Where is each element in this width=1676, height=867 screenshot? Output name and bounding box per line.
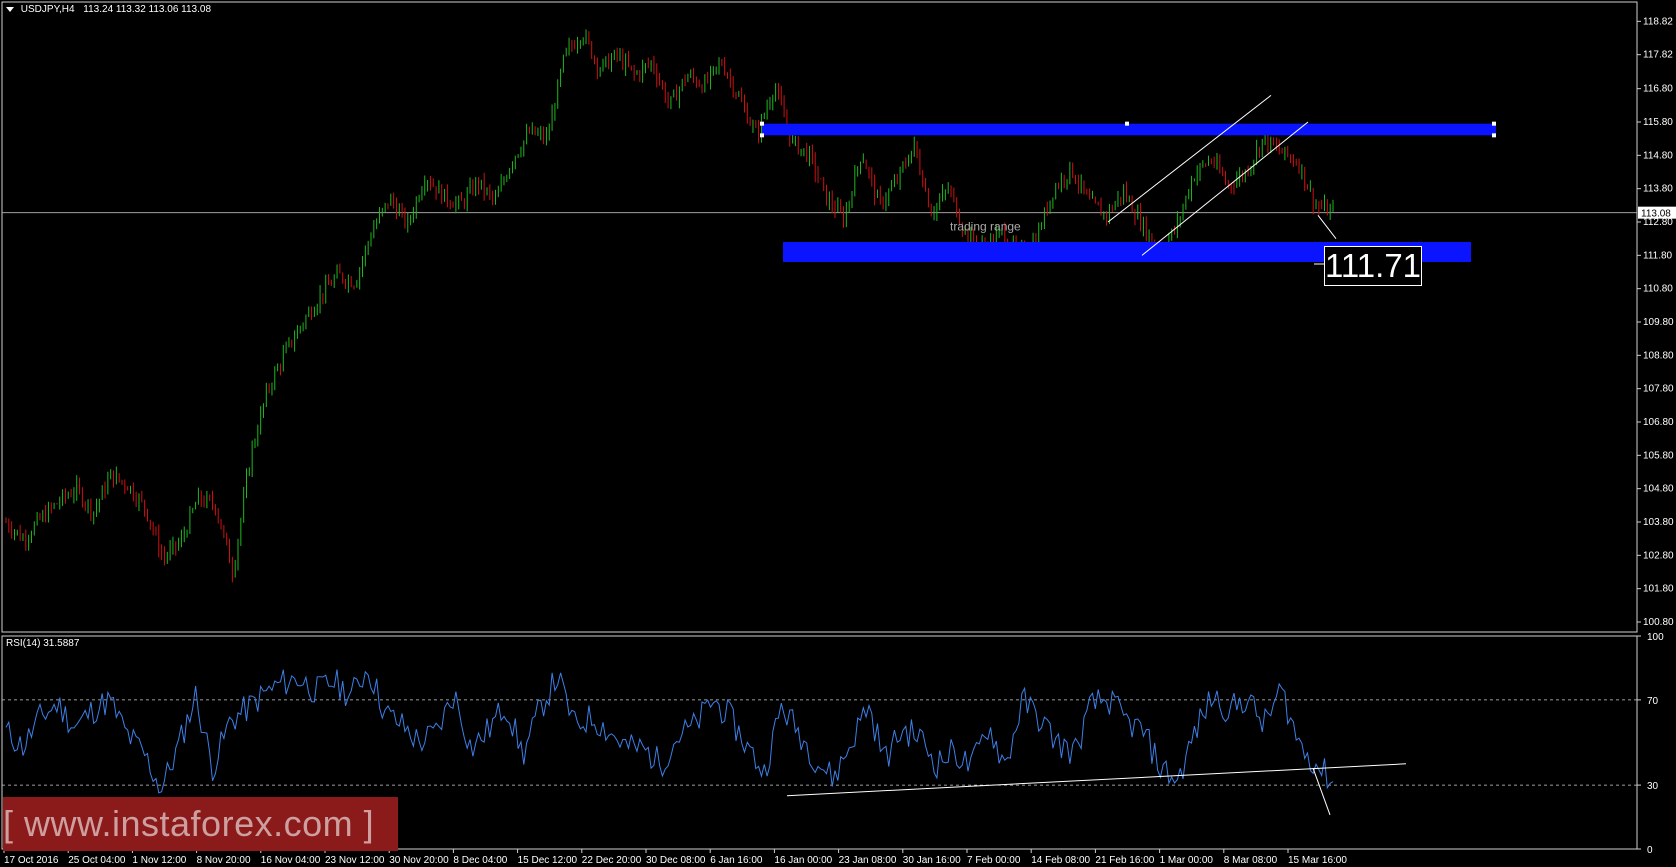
rsi-tick-label: 100 <box>1647 632 1664 643</box>
price-tick-label: 114.80 <box>1643 150 1673 161</box>
projection-arrow <box>1317 215 1337 239</box>
chart-overlays: trading range <box>760 94 1496 265</box>
price-tick-label: 106.80 <box>1643 417 1674 428</box>
zone-handle <box>1492 133 1496 138</box>
time-tick-label: 15 Mar 16:00 <box>1288 855 1347 866</box>
time-tick-label: 23 Nov 12:00 <box>325 855 385 866</box>
price-tick-label: 100.80 <box>1643 617 1674 628</box>
target-price-label: 111.71 <box>1324 246 1422 286</box>
price-tick-label: 117.82 <box>1643 50 1673 61</box>
zone-handle <box>1125 121 1129 126</box>
time-tick-label: 15 Dec 12:00 <box>518 855 578 866</box>
price-tick-label: 116.80 <box>1643 84 1673 95</box>
time-tick-label: 22 Dec 20:00 <box>582 855 642 866</box>
price-axis: 118.82117.82116.80115.80114.80113.80112.… <box>2 16 1676 628</box>
chart-canvas: 118.82117.82116.80115.80114.80113.80112.… <box>1 1 1676 866</box>
rsi-tick-label: 70 <box>1647 696 1659 707</box>
dropdown-icon[interactable] <box>6 6 14 12</box>
time-tick-label: 1 Mar 00:00 <box>1160 855 1214 866</box>
time-tick-label: 8 Nov 20:00 <box>197 855 251 866</box>
time-tick-label: 8 Mar 08:00 <box>1224 855 1278 866</box>
time-tick-label: 21 Feb 16:00 <box>1095 855 1154 866</box>
rsi-tick-label: 30 <box>1647 781 1659 792</box>
time-tick-label: 14 Feb 08:00 <box>1031 855 1090 866</box>
time-tick-label: 6 Jan 16:00 <box>710 855 763 866</box>
price-tick-label: 102.80 <box>1643 550 1674 561</box>
time-axis: 17 Oct 2016 25 Oct 04:00 1 Nov 12:00 8 Nov … <box>3 849 1347 866</box>
time-tick-label: 30 Jan 16:00 <box>903 855 961 866</box>
zone-handle <box>760 133 764 138</box>
price-tick-label: 118.82 <box>1643 16 1673 27</box>
price-tick-label: 103.80 <box>1643 517 1674 528</box>
time-tick-label: 1 Nov 12:00 <box>132 855 186 866</box>
symbol-label: USDJPY,H4 <box>20 4 75 15</box>
channel-upper-line <box>1107 94 1272 223</box>
time-tick-label: 8 Dec 04:00 <box>453 855 507 866</box>
zone-handle <box>760 121 764 126</box>
time-tick-label: 23 Jan 08:00 <box>839 855 897 866</box>
trading-range-label: trading range <box>950 219 1021 233</box>
zone-handle <box>1492 121 1496 126</box>
price-tick-label: 108.80 <box>1643 350 1674 361</box>
price-tick-label: 111.80 <box>1643 250 1673 261</box>
ohlc-readout: 113.24 113.32 113.06 113.08 <box>83 4 212 15</box>
watermark-logo: [ www.instaforex.com ] <box>3 797 398 851</box>
time-tick-label: 17 Oct 2016 <box>4 855 59 866</box>
price-tick-label: 104.80 <box>1643 484 1674 495</box>
chart-header: USDJPY,H4 113.24 113.32 113.06 113.08 <box>6 4 211 15</box>
candlestick-series <box>5 29 1334 583</box>
time-tick-label: 7 Feb 00:00 <box>967 855 1021 866</box>
time-tick-label: 30 Dec 08:00 <box>646 855 706 866</box>
price-tick-label: 105.80 <box>1643 450 1674 461</box>
price-panel-border <box>1 1 1638 633</box>
price-tick-label: 109.80 <box>1643 317 1674 328</box>
price-tick-label: 110.80 <box>1643 284 1673 295</box>
price-tick-label: 115.80 <box>1643 117 1673 128</box>
rsi-line <box>5 669 1334 794</box>
channel-lower-line <box>1141 121 1309 256</box>
watermark-text: [ www.instaforex.com ] <box>3 803 375 844</box>
time-tick-label: 30 Nov 20:00 <box>389 855 449 866</box>
rsi-tick-label: 0 <box>1647 845 1653 856</box>
rsi-header: RSI(14) 31.5887 <box>6 638 80 649</box>
price-tick-label: 107.80 <box>1643 384 1674 395</box>
time-tick-label: 16 Nov 04:00 <box>261 855 321 866</box>
time-tick-label: 25 Oct 04:00 <box>68 855 126 866</box>
price-tick-label: 113.80 <box>1643 184 1673 195</box>
price-tick-label: 101.80 <box>1643 584 1674 595</box>
time-tick-label: 16 Jan 00:00 <box>774 855 832 866</box>
current-price-tag-text: 113.08 <box>1641 209 1671 220</box>
